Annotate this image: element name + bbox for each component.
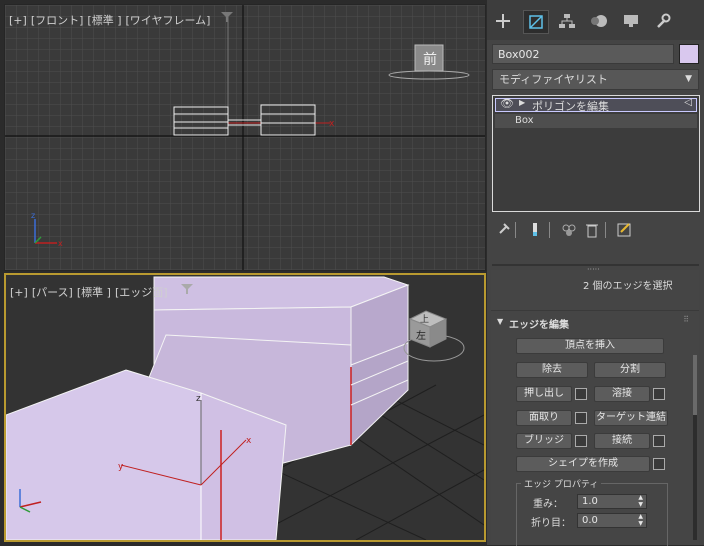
extrude-button[interactable]: 押し出し — [516, 386, 572, 402]
pin-arrow-icon[interactable]: ◁ — [684, 97, 692, 108]
modifier-stack[interactable]: 👁 ▶ ポリゴンを編集 ◁ Box — [492, 95, 700, 212]
create-shape-settings-button[interactable] — [653, 458, 665, 470]
pin-stack-icon[interactable] — [497, 222, 511, 239]
vp-persp-plus[interactable]: [+] — [10, 286, 28, 299]
create-icon[interactable] — [491, 10, 515, 32]
svg-text:y: y — [118, 462, 124, 472]
vp-front-plus[interactable]: [+] — [9, 14, 27, 27]
modifier-list-label: モディファイヤリスト — [499, 73, 608, 86]
configure-sets-icon[interactable] — [617, 222, 633, 241]
viewcube-top-label[interactable]: 上 — [420, 312, 429, 325]
front-grid: x z x — [5, 5, 485, 270]
toolbar-divider — [605, 222, 606, 238]
rollout-title: エッジを編集 — [509, 320, 569, 331]
rollout-header[interactable]: ▼ エッジを編集 ⠿ — [491, 315, 699, 331]
viewcube-left-label[interactable]: 左 — [416, 327, 426, 342]
motion-icon[interactable] — [587, 10, 611, 32]
edge-properties-title: エッジ プロパティ — [521, 477, 602, 490]
stack-item-label: ポリゴンを編集 — [532, 100, 609, 113]
show-end-result-icon[interactable] — [529, 222, 541, 241]
vp-front-shading[interactable]: [標準 ] — [87, 14, 121, 27]
remove-button[interactable]: 除去 — [516, 362, 588, 378]
eye-icon[interactable]: 👁 — [500, 97, 514, 110]
crease-value: 0.0 — [582, 515, 598, 526]
filter-icon[interactable] — [181, 284, 193, 294]
make-unique-icon[interactable] — [561, 222, 577, 241]
svg-text:z: z — [31, 211, 35, 220]
weld-settings-button[interactable] — [653, 388, 665, 400]
drag-grip-icon[interactable]: ⠿ — [683, 315, 689, 324]
spinner-arrows-icon[interactable]: ▲ ▼ — [638, 513, 643, 527]
svg-text:z: z — [196, 394, 201, 404]
vp-front-mode[interactable]: [ワイヤフレーム] — [126, 14, 211, 27]
crease-spinner[interactable]: 0.0 ▲ ▼ — [577, 513, 647, 528]
rollout-area: 2 個のエッジを選択 ▼ エッジを編集 ⠿ 頂点を挿入 除去 分割 押し出し 溶… — [491, 270, 699, 546]
spinner-arrows-icon[interactable]: ▲ ▼ — [638, 494, 643, 508]
svg-text:x: x — [58, 239, 63, 248]
chamfer-button[interactable]: 面取り — [516, 410, 572, 426]
stack-item-edit-poly[interactable]: 👁 ▶ ポリゴンを編集 ◁ — [495, 97, 697, 113]
perspective-viewport[interactable]: y x z [+] [パース] [標準 ] [エッジ面] 上 左 — [4, 273, 486, 542]
object-name-field[interactable]: Box002 — [492, 44, 674, 64]
filter-icon[interactable] — [221, 12, 233, 22]
hierarchy-icon[interactable] — [555, 10, 579, 32]
front-viewport[interactable]: x z x [+] [フロント] [標準 ] [ワイヤフレーム] 前 — [4, 4, 486, 271]
weight-value: 1.0 — [582, 496, 598, 507]
target-weld-button[interactable]: ターゲット連結 — [594, 410, 668, 426]
vp-persp-shading[interactable]: [標準 ] — [77, 286, 111, 299]
insert-vertex-button[interactable]: 頂点を挿入 — [516, 338, 664, 354]
bridge-settings-button[interactable] — [575, 435, 587, 447]
toolbar-divider — [549, 222, 550, 238]
svg-text:x: x — [246, 436, 252, 446]
display-icon[interactable] — [619, 10, 643, 32]
persp-viewport-label[interactable]: [+] [パース] [標準 ] [エッジ面] — [10, 284, 172, 300]
vp-front-view[interactable]: [フロント] — [31, 14, 84, 27]
extrude-settings-button[interactable] — [575, 388, 587, 400]
vp-persp-view[interactable]: [パース] — [32, 286, 73, 299]
perspective-scene: y x z — [6, 275, 484, 540]
svg-text:x: x — [329, 119, 335, 129]
utilities-icon[interactable] — [651, 10, 675, 32]
trash-icon[interactable] — [585, 222, 599, 241]
connect-settings-button[interactable] — [653, 435, 665, 447]
create-shape-button[interactable]: シェイプを作成 — [516, 456, 650, 472]
divider — [491, 310, 699, 311]
crease-label: 折り目： — [531, 518, 571, 529]
command-panel: Box002 モディファイヤリスト ▼ 👁 ▶ ポリゴンを編集 ◁ Box 2 … — [487, 0, 704, 546]
split-button[interactable]: 分割 — [594, 362, 666, 378]
object-color-swatch[interactable] — [679, 44, 699, 64]
stack-item-box[interactable]: Box — [495, 114, 697, 128]
stack-item-label: Box — [515, 115, 534, 126]
connect-button[interactable]: 接続 — [594, 433, 650, 449]
bridge-button[interactable]: ブリッジ — [516, 433, 572, 449]
front-viewcube-face-label[interactable]: 前 — [419, 49, 441, 69]
modify-icon[interactable] — [523, 10, 549, 34]
toolbar-divider — [515, 222, 516, 238]
vp-persp-mode[interactable]: [エッジ面] — [115, 286, 168, 299]
weld-button[interactable]: 溶接 — [594, 386, 650, 402]
selection-info: 2 個のエッジを選択 — [583, 281, 673, 292]
weight-spinner[interactable]: 1.0 ▲ ▼ — [577, 494, 647, 509]
chevron-down-icon: ▼ — [685, 74, 692, 84]
collapse-arrow-icon: ▼ — [497, 317, 504, 326]
weight-label: 重み： — [533, 499, 563, 510]
modifier-list-dropdown[interactable]: モディファイヤリスト ▼ — [492, 69, 699, 90]
front-viewport-label[interactable]: [+] [フロント] [標準 ] [ワイヤフレーム] — [9, 12, 214, 28]
scrollbar-thumb[interactable] — [693, 355, 697, 415]
panel-scrollbar[interactable] — [693, 355, 697, 540]
expand-arrow-icon[interactable]: ▶ — [519, 98, 525, 107]
chamfer-settings-button[interactable] — [575, 412, 587, 424]
